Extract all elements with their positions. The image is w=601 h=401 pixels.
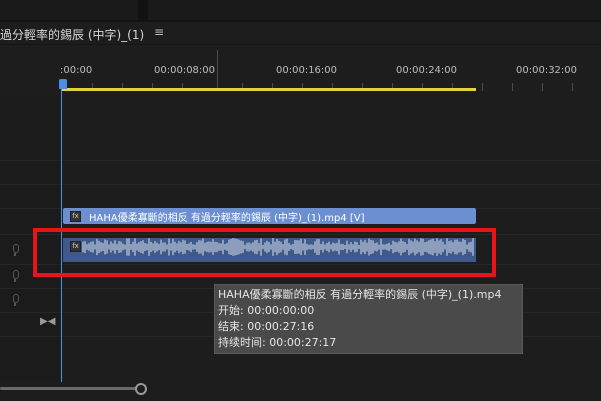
work-area-bar[interactable] <box>62 88 476 91</box>
ruler-tick <box>542 83 543 91</box>
fx-icon: fx <box>70 241 81 252</box>
tick-label: 00:00:32:00 <box>516 65 578 76</box>
video-clip[interactable]: fx HAHA優柔寡斷的相反 有過分輕率的錫辰 (中字)_(1).mp4 [V] <box>63 208 476 224</box>
mic-icon[interactable] <box>10 270 20 282</box>
tick-label: 00:00:24:00 <box>396 65 458 76</box>
scroll-handle[interactable] <box>135 383 147 395</box>
ruler-tick <box>572 83 573 91</box>
tick-label: 00:00:16:00 <box>276 65 338 76</box>
ruler-major-line <box>217 50 218 88</box>
top-panel-left <box>0 0 138 20</box>
zoom-scrollbar[interactable] <box>0 382 601 395</box>
playhead-handle[interactable] <box>59 79 67 89</box>
fx-icon: fx <box>70 211 81 222</box>
scroll-track[interactable] <box>0 387 138 390</box>
tooltip-filename: HAHA優柔寡斷的相反 有過分輕率的錫辰 (中字)_(1).mp4 <box>218 288 502 301</box>
clip-tooltip: HAHA優柔寡斷的相反 有過分輕率的錫辰 (中字)_(1).mp4 开始: 00… <box>214 284 523 354</box>
tooltip-end: 结束: 00:00:27:16 <box>218 320 315 333</box>
tick-label: 00:00:08:00 <box>154 65 216 76</box>
ruler-tick <box>482 83 483 91</box>
video-clip-name: HAHA優柔寡斷的相反 有過分輕率的錫辰 (中字)_(1).mp4 [V] <box>89 213 365 224</box>
track-divider <box>0 160 601 161</box>
hamburger-icon[interactable]: ≡ <box>154 25 164 39</box>
top-panel-right <box>148 0 601 20</box>
sequence-title-tab[interactable]: 過分輕率的錫辰 (中字)_(1) <box>0 26 144 43</box>
highlight-box <box>33 228 496 277</box>
bowtie-icon[interactable]: ▶◀ <box>40 316 55 327</box>
ruler-tick <box>512 83 513 91</box>
tooltip-duration: 持续时间: 00:00:27:17 <box>218 336 337 349</box>
tick-label: :00:00 <box>60 65 93 76</box>
mic-icon[interactable] <box>10 294 20 306</box>
tooltip-start: 开始: 00:00:00:00 <box>218 304 315 317</box>
sequence-header: 過分輕率的錫辰 (中字)_(1) ≡ <box>0 22 601 45</box>
track-divider <box>0 184 601 185</box>
mic-icon[interactable] <box>10 244 20 256</box>
top-panel-strip <box>0 0 601 22</box>
